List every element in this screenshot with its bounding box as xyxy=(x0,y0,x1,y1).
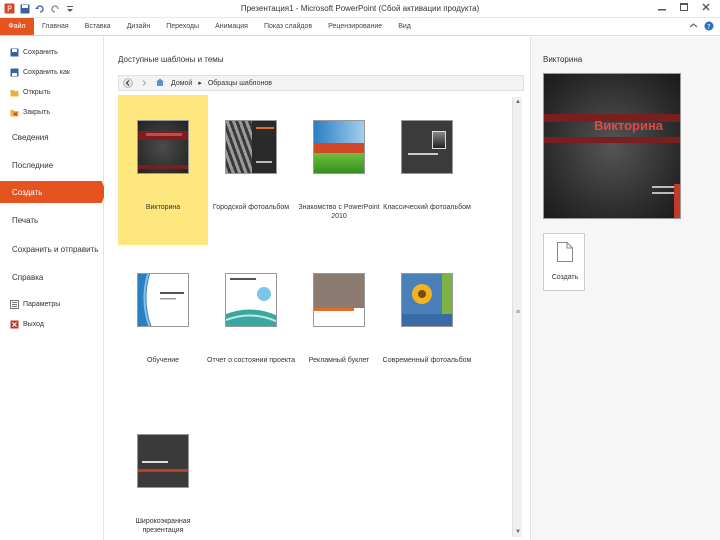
title-bar: P Презентация1 - Microsoft PowerPoint (С… xyxy=(0,0,720,18)
template-thumbnail xyxy=(401,120,453,174)
forward-arrow-icon[interactable] xyxy=(139,78,149,88)
tab-slide-show[interactable]: Показ слайдов xyxy=(256,18,320,35)
options-icon xyxy=(10,299,19,309)
template-label: Классический фотоальбом xyxy=(383,204,471,211)
tab-animations[interactable]: Анимация xyxy=(207,18,256,35)
tab-transitions[interactable]: Переходы xyxy=(158,18,207,35)
nav-save-label: Сохранить xyxy=(23,48,58,56)
preview-pane: Викторина Викторина Создать xyxy=(530,37,720,540)
nav-help[interactable]: Справка xyxy=(0,266,104,288)
tab-design[interactable]: Дизайн xyxy=(119,18,159,35)
save-as-icon xyxy=(10,68,19,77)
template-tile[interactable]: Викторина xyxy=(118,95,208,245)
nav-open-label: Открыть xyxy=(23,88,51,96)
nav-options[interactable]: Параметры xyxy=(10,297,60,311)
template-thumbnail xyxy=(137,434,189,488)
template-tile[interactable]: Городской фотоальбом xyxy=(206,95,296,245)
nav-save-as-label: Сохранить как xyxy=(23,68,70,76)
nav-close[interactable]: Закрыть xyxy=(10,105,50,119)
template-tile[interactable]: Широкоэкранная презентация xyxy=(118,409,208,540)
nav-open[interactable]: Открыть xyxy=(10,85,51,99)
breadcrumb-current: Образцы шаблонов xyxy=(207,79,272,87)
template-label: Рекламный буклет xyxy=(308,357,370,364)
backstage-nav: Сохранить Сохранить как Открыть Закрыть … xyxy=(0,37,106,540)
preview-slide-title: Викторина xyxy=(594,118,664,133)
maximize-icon[interactable] xyxy=(674,0,694,14)
open-folder-icon xyxy=(10,88,19,97)
svg-text:?: ? xyxy=(707,23,711,31)
nav-save[interactable]: Сохранить xyxy=(10,45,58,59)
save-icon xyxy=(10,48,19,57)
nav-info[interactable]: Сведения xyxy=(0,126,104,148)
section-title: Доступные шаблоны и темы xyxy=(118,55,224,64)
nav-save-as[interactable]: Сохранить как xyxy=(10,65,70,79)
scroll-down-icon[interactable]: ▼ xyxy=(513,527,523,537)
scroll-grip-icon[interactable]: ≡ xyxy=(514,307,522,317)
home-icon[interactable] xyxy=(155,77,165,89)
template-tile[interactable]: Классический фотоальбом xyxy=(382,95,472,245)
new-document-icon xyxy=(557,242,573,264)
tab-file[interactable]: Файл xyxy=(0,18,34,35)
minimize-icon[interactable] xyxy=(652,0,672,14)
template-tile[interactable]: Обучение xyxy=(118,248,208,398)
template-thumbnail xyxy=(225,273,277,327)
nav-save-send[interactable]: Сохранить и отправить xyxy=(0,238,104,260)
preview-thumbnail: Викторина xyxy=(543,73,681,219)
create-button-label: Создать xyxy=(551,274,579,281)
template-tile[interactable]: Современный фотоальбом xyxy=(382,248,472,398)
breadcrumb-separator-icon: ▸ xyxy=(198,80,202,87)
back-arrow-icon[interactable] xyxy=(123,78,133,88)
template-thumbnail xyxy=(137,273,189,327)
window-title: Презентация1 - Microsoft PowerPoint (Сбо… xyxy=(240,4,480,13)
preview-title: Викторина xyxy=(543,55,583,64)
template-label: Обучение xyxy=(146,357,179,364)
tab-insert[interactable]: Вставка xyxy=(77,18,119,35)
templates-scrollbar[interactable]: ▲ ≡ ▼ xyxy=(512,97,522,537)
tab-view[interactable]: Вид xyxy=(390,18,419,35)
tab-review[interactable]: Рецензирование xyxy=(320,18,390,35)
breadcrumb-home[interactable]: Домой xyxy=(171,80,192,87)
nav-new[interactable]: Создать xyxy=(0,181,106,203)
nav-exit[interactable]: Выход xyxy=(10,317,44,331)
help-icon[interactable]: ? xyxy=(704,21,714,33)
breadcrumb: Домой ▸ Образцы шаблонов xyxy=(118,75,524,91)
templates-grid: Викторина Городской фотоальбом Знакомств… xyxy=(118,95,514,540)
ribbon-tabs: Файл Главная Вставка Дизайн Переходы Ани… xyxy=(0,18,720,36)
exit-icon xyxy=(10,320,19,329)
template-thumbnail xyxy=(313,120,365,174)
create-button[interactable]: Создать xyxy=(543,233,585,291)
template-label: Викторина xyxy=(145,204,181,211)
close-icon[interactable] xyxy=(696,0,716,14)
template-thumbnail xyxy=(401,273,453,327)
nav-close-label: Закрыть xyxy=(23,108,50,116)
close-file-icon xyxy=(10,108,19,117)
template-tile[interactable]: Знакомство с PowerPoint 2010 xyxy=(294,95,384,245)
template-thumbnail xyxy=(137,120,189,174)
template-tile[interactable]: Отчет о состоянии проекта xyxy=(206,248,296,398)
template-thumbnail xyxy=(225,120,277,174)
nav-exit-label: Выход xyxy=(23,320,44,328)
templates-panel: Доступные шаблоны и темы Домой ▸ Образцы… xyxy=(104,37,528,540)
template-label: Широкоэкранная презентация xyxy=(135,518,191,534)
template-label: Современный фотоальбом xyxy=(382,357,472,364)
template-label: Знакомство с PowerPoint 2010 xyxy=(298,204,380,220)
scroll-up-icon[interactable]: ▲ xyxy=(513,97,523,107)
template-label: Отчет о состоянии проекта xyxy=(207,357,295,364)
nav-recent[interactable]: Последние xyxy=(0,154,104,176)
nav-print[interactable]: Печать xyxy=(0,209,104,231)
template-tile[interactable]: Рекламный буклет xyxy=(294,248,384,398)
nav-options-label: Параметры xyxy=(23,300,61,308)
template-thumbnail xyxy=(313,273,365,327)
minimize-ribbon-icon[interactable] xyxy=(689,21,698,33)
tab-home[interactable]: Главная xyxy=(34,18,77,35)
template-label: Городской фотоальбом xyxy=(212,204,290,211)
